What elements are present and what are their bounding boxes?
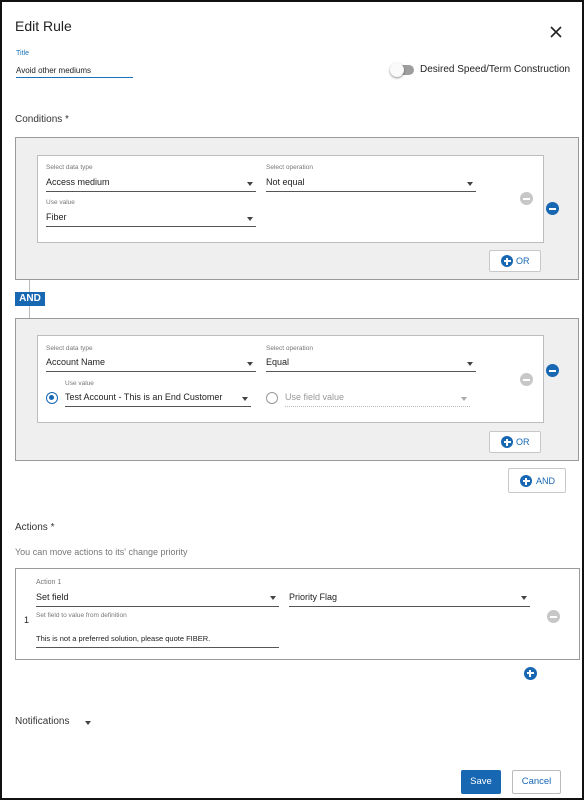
field-underline — [266, 371, 476, 372]
field-underline — [46, 226, 256, 227]
data-type-select[interactable]: Account Name — [46, 357, 105, 367]
field-underline — [285, 406, 470, 407]
use-field-value-radio[interactable] — [266, 392, 278, 404]
and-button-label: AND — [536, 476, 556, 486]
close-icon[interactable] — [549, 25, 563, 39]
notifications-label[interactable]: Notifications — [15, 716, 69, 727]
chevron-down-icon — [467, 182, 473, 186]
action-label: Action 1 — [36, 579, 62, 586]
operation-label: Select operation — [266, 345, 313, 352]
plus-icon — [501, 255, 513, 267]
connector-line — [29, 280, 30, 292]
use-value-radio[interactable] — [46, 392, 58, 404]
speed-term-toggle[interactable] — [390, 63, 414, 77]
use-field-value-select[interactable]: Use field value — [285, 392, 344, 402]
data-type-label: Select data type — [46, 345, 93, 352]
operation-select[interactable]: Not equal — [266, 177, 305, 187]
operation-label: Select operation — [266, 164, 313, 171]
add-or-button[interactable]: OR — [489, 250, 541, 272]
title-input[interactable] — [16, 63, 133, 78]
conditions-label: Conditions * — [15, 114, 69, 125]
or-button-label: OR — [516, 437, 530, 447]
field-underline — [289, 606, 530, 607]
or-button-label: OR — [516, 256, 530, 266]
and-badge: AND — [15, 292, 45, 306]
use-value-select[interactable]: Test Account - This is an End Customer — [65, 392, 222, 402]
action-field-select[interactable]: Priority Flag — [289, 592, 337, 602]
plus-icon — [501, 436, 513, 448]
add-or-button[interactable]: OR — [489, 431, 541, 453]
cancel-button[interactable]: Cancel — [512, 770, 561, 794]
chevron-down-icon — [467, 362, 473, 366]
edit-rule-dialog: Edit Rule Title Desired Speed/Term Const… — [0, 0, 584, 800]
field-underline — [46, 371, 256, 372]
action-type-select[interactable]: Set field — [36, 592, 69, 602]
use-value-label: Use value — [65, 380, 94, 387]
chevron-down-icon — [461, 397, 467, 401]
field-underline — [36, 647, 279, 648]
data-type-label: Select data type — [46, 164, 93, 171]
remove-rule-icon[interactable] — [520, 192, 533, 205]
add-action-icon[interactable] — [524, 667, 537, 680]
plus-icon — [520, 475, 532, 487]
condition-group-2: Select data type Account Name Select ope… — [15, 318, 579, 461]
condition-group-1: Select data type Access medium Select op… — [15, 137, 579, 280]
operation-select[interactable]: Equal — [266, 357, 289, 367]
connector-line — [29, 306, 30, 318]
condition-rule-1: Select data type Access medium Select op… — [37, 155, 544, 243]
field-underline — [36, 606, 279, 607]
action-number: 1 — [24, 615, 30, 625]
action-item-1[interactable]: Action 1 Set field Priority Flag 1 Set f… — [15, 568, 580, 660]
toggle-label: Desired Speed/Term Construction — [420, 64, 571, 75]
save-button[interactable]: Save — [461, 770, 501, 794]
field-underline — [266, 191, 476, 192]
use-value-label: Use value — [46, 199, 75, 206]
remove-group-icon[interactable] — [546, 202, 559, 215]
field-underline — [46, 191, 256, 192]
actions-hint: You can move actions to its' change prio… — [15, 547, 188, 557]
dialog-title: Edit Rule — [15, 18, 72, 34]
action-value-input[interactable]: This is not a preferred solution, please… — [36, 634, 210, 643]
toggle-knob — [390, 63, 404, 77]
add-and-button[interactable]: AND — [508, 468, 566, 493]
data-type-select[interactable]: Access medium — [46, 177, 110, 187]
title-field-label: Title — [16, 50, 29, 57]
chevron-down-icon — [270, 596, 276, 600]
chevron-down-icon — [521, 596, 527, 600]
use-value-select[interactable]: Fiber — [46, 212, 67, 222]
remove-rule-icon[interactable] — [520, 373, 533, 386]
chevron-down-icon — [247, 362, 253, 366]
chevron-down-icon[interactable] — [85, 721, 91, 725]
remove-group-icon[interactable] — [546, 364, 559, 377]
condition-rule-2: Select data type Account Name Select ope… — [37, 335, 544, 423]
action-value-label: Set field to value from definition — [36, 612, 127, 619]
remove-action-icon[interactable] — [547, 610, 560, 623]
actions-label: Actions * — [15, 522, 55, 533]
chevron-down-icon — [247, 217, 253, 221]
chevron-down-icon — [242, 397, 248, 401]
field-underline — [65, 406, 251, 407]
chevron-down-icon — [247, 182, 253, 186]
